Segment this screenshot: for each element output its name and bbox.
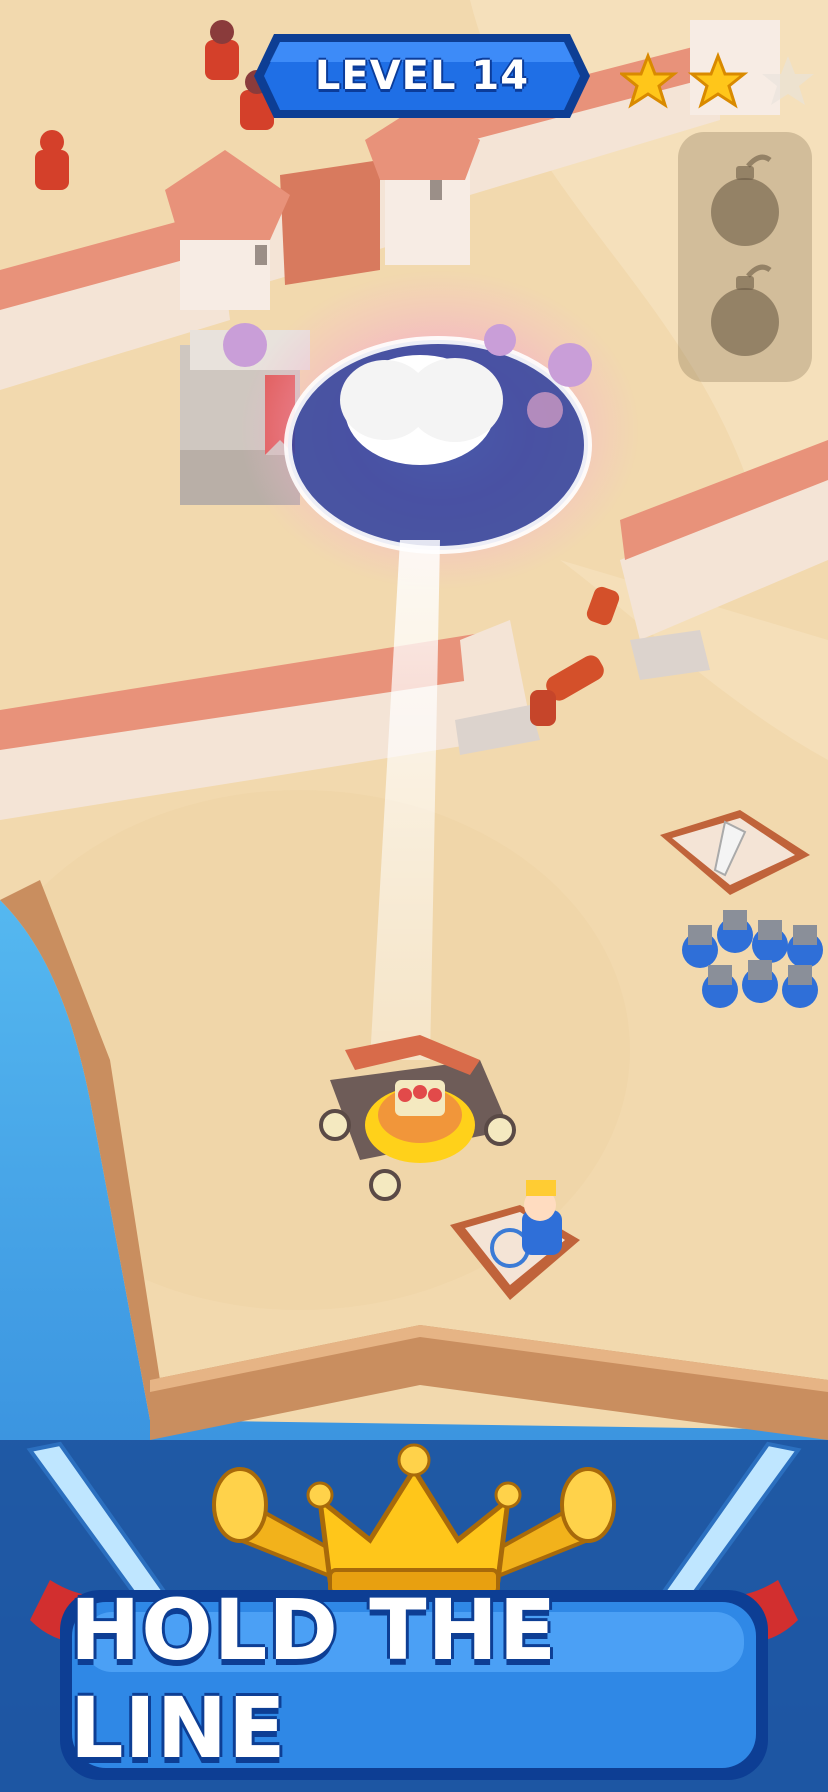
crown-icon (306, 1443, 522, 1596)
level-badge: LEVEL 14 (252, 28, 592, 124)
star-icon (687, 51, 749, 109)
level-label: LEVEL 14 (314, 53, 530, 99)
bomb-inventory-panel[interactable] (678, 132, 812, 382)
star-icon (762, 56, 814, 105)
explosion-effect (240, 270, 640, 590)
banner-title: HOLD THE LINE (70, 1581, 558, 1777)
star-icon (617, 51, 679, 109)
game-screen[interactable]: LEVEL 14 HOLD THE LINE (0, 0, 828, 1792)
bomb-icon[interactable] (711, 154, 779, 246)
bomb-icon[interactable] (711, 264, 779, 356)
star-rating (617, 51, 820, 116)
